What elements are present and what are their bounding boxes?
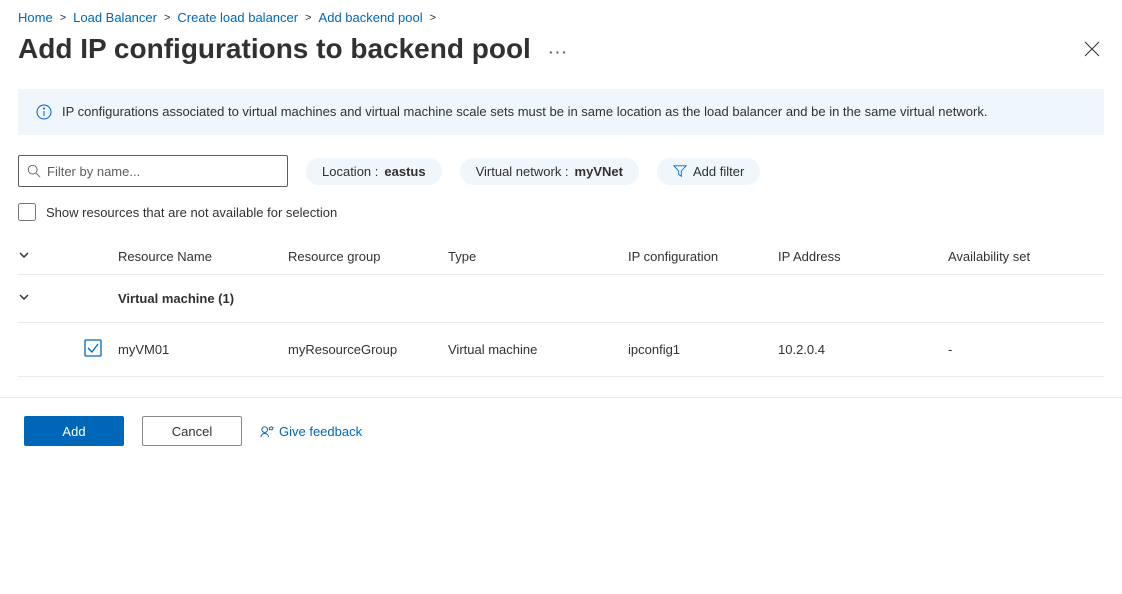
filter-vnet-label: Virtual network :: [476, 164, 569, 179]
filter-vnet-value: myVNet: [575, 164, 623, 179]
filter-location-label: Location :: [322, 164, 378, 179]
add-filter-button[interactable]: Add filter: [657, 158, 760, 185]
search-input[interactable]: [47, 164, 279, 179]
group-row[interactable]: Virtual machine (1): [18, 275, 1104, 323]
breadcrumb-home[interactable]: Home: [18, 10, 53, 25]
col-ip-address[interactable]: IP Address: [778, 249, 948, 264]
info-text: IP configurations associated to virtual …: [62, 103, 987, 121]
cell-ip-address: 10.2.0.4: [778, 342, 948, 357]
checkbox-checked-icon[interactable]: [84, 339, 102, 357]
filter-icon: [673, 164, 687, 178]
filter-location[interactable]: Location : eastus: [306, 158, 442, 185]
search-icon: [27, 164, 41, 178]
title-text: Add IP configurations to backend pool: [18, 33, 531, 65]
chevron-down-icon[interactable]: [18, 291, 30, 303]
give-feedback-link[interactable]: Give feedback: [260, 424, 362, 439]
more-icon[interactable]: ···: [549, 38, 569, 60]
resource-grid: Resource Name Resource group Type IP con…: [18, 239, 1104, 377]
page-title: Add IP configurations to backend pool ··…: [18, 33, 569, 65]
cell-avail-set: -: [948, 342, 1104, 357]
cell-resource-name: myVM01: [118, 342, 288, 357]
add-button[interactable]: Add: [24, 416, 124, 446]
feedback-icon: [260, 424, 275, 439]
chevron-right-icon: >: [164, 12, 170, 24]
cell-resource-group: myResourceGroup: [288, 342, 448, 357]
group-label: Virtual machine (1): [118, 291, 1104, 306]
breadcrumb-create-load-balancer[interactable]: Create load balancer: [177, 10, 298, 25]
chevron-right-icon: >: [305, 12, 311, 24]
chevron-down-icon[interactable]: [18, 249, 30, 261]
filters-row: Location : eastus Virtual network : myVN…: [18, 155, 1104, 187]
info-icon: [36, 104, 52, 120]
table-row[interactable]: myVM01 myResourceGroup Virtual machine i…: [18, 323, 1104, 377]
filter-location-value: eastus: [384, 164, 425, 179]
grid-header: Resource Name Resource group Type IP con…: [18, 239, 1104, 275]
show-unavailable-checkbox-row[interactable]: Show resources that are not available fo…: [18, 203, 1104, 221]
show-unavailable-label: Show resources that are not available fo…: [46, 205, 337, 220]
footer: Add Cancel Give feedback: [0, 397, 1122, 464]
cancel-button[interactable]: Cancel: [142, 416, 242, 446]
search-input-wrapper[interactable]: [18, 155, 288, 187]
filter-vnet[interactable]: Virtual network : myVNet: [460, 158, 639, 185]
col-type[interactable]: Type: [448, 249, 628, 264]
cell-ip-config: ipconfig1: [628, 342, 778, 357]
breadcrumb-add-backend-pool[interactable]: Add backend pool: [319, 10, 423, 25]
feedback-label: Give feedback: [279, 424, 362, 439]
add-filter-label: Add filter: [693, 164, 744, 179]
col-avail-set[interactable]: Availability set: [948, 249, 1104, 264]
col-resource-group[interactable]: Resource group: [288, 249, 448, 264]
show-unavailable-checkbox[interactable]: [18, 203, 36, 221]
info-banner: IP configurations associated to virtual …: [18, 89, 1104, 135]
breadcrumb-load-balancer[interactable]: Load Balancer: [73, 10, 157, 25]
col-resource-name[interactable]: Resource Name: [118, 249, 288, 264]
close-icon[interactable]: [1084, 41, 1100, 57]
chevron-right-icon: >: [60, 12, 66, 24]
cell-type: Virtual machine: [448, 342, 628, 357]
chevron-right-icon: >: [430, 12, 436, 24]
breadcrumb: Home > Load Balancer > Create load balan…: [18, 8, 1104, 33]
col-ip-config[interactable]: IP configuration: [628, 249, 778, 264]
